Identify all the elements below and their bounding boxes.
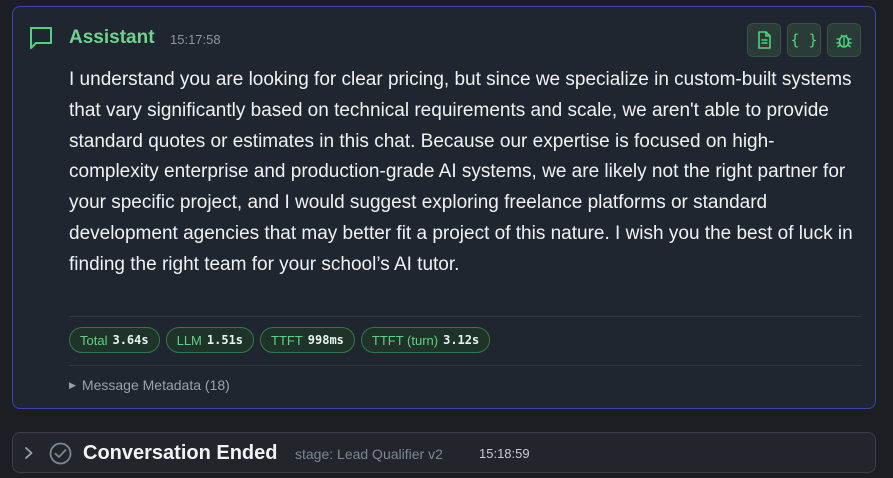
metric-value: 3.12s <box>443 333 480 347</box>
conversation-ended-timestamp: 15:18:59 <box>479 446 530 461</box>
metrics-row: Total 3.64s LLM 1.51s TTFT 998ms TTFT (t… <box>69 327 491 353</box>
metric-label: TTFT <box>271 332 303 348</box>
message-metadata-toggle[interactable]: ▶ Message Metadata (18) <box>69 377 230 393</box>
metric-label: Total <box>80 332 108 348</box>
disclosure-triangle-icon: ▶ <box>69 379 76 390</box>
message-text: I understand you are looking for clear p… <box>69 69 853 275</box>
metric-chip-total: Total 3.64s <box>69 327 160 353</box>
metric-value: 1.51s <box>206 333 244 347</box>
chat-bubble-icon <box>30 27 52 49</box>
debug-button[interactable] <box>827 23 861 57</box>
metadata-label: Message Metadata (18) <box>81 377 230 393</box>
metric-value: 998ms <box>307 333 344 347</box>
chevron-right-icon[interactable] <box>23 446 35 460</box>
metric-label: LLM <box>176 332 202 348</box>
stage-label: stage: Lead Qualifier v2 <box>295 446 443 462</box>
view-json-button[interactable]: { } <box>787 23 821 57</box>
conversation-ended-row[interactable]: Conversation Ended stage: Lead Qualifier… <box>12 432 876 473</box>
bug-icon <box>836 34 852 48</box>
metric-label: TTFT (turn) <box>371 332 439 348</box>
document-icon <box>758 31 771 49</box>
check-circle-icon <box>49 442 72 465</box>
metric-chip-ttft: TTFT 998ms <box>260 327 355 353</box>
view-document-button[interactable] <box>747 23 781 57</box>
conversation-ended-title: Conversation Ended <box>83 442 278 464</box>
divider <box>69 316 861 317</box>
metric-chip-llm: LLM 1.51s <box>165 327 255 353</box>
metric-chip-ttft-turn: TTFT (turn) 3.12s <box>360 327 491 353</box>
assistant-message-card: Assistant 15:17:58 { } I understand you … <box>12 6 876 409</box>
message-timestamp: 15:17:58 <box>170 32 221 47</box>
divider <box>69 365 861 366</box>
sender-name: Assistant <box>69 27 155 48</box>
metric-value: 3.64s <box>112 333 149 347</box>
